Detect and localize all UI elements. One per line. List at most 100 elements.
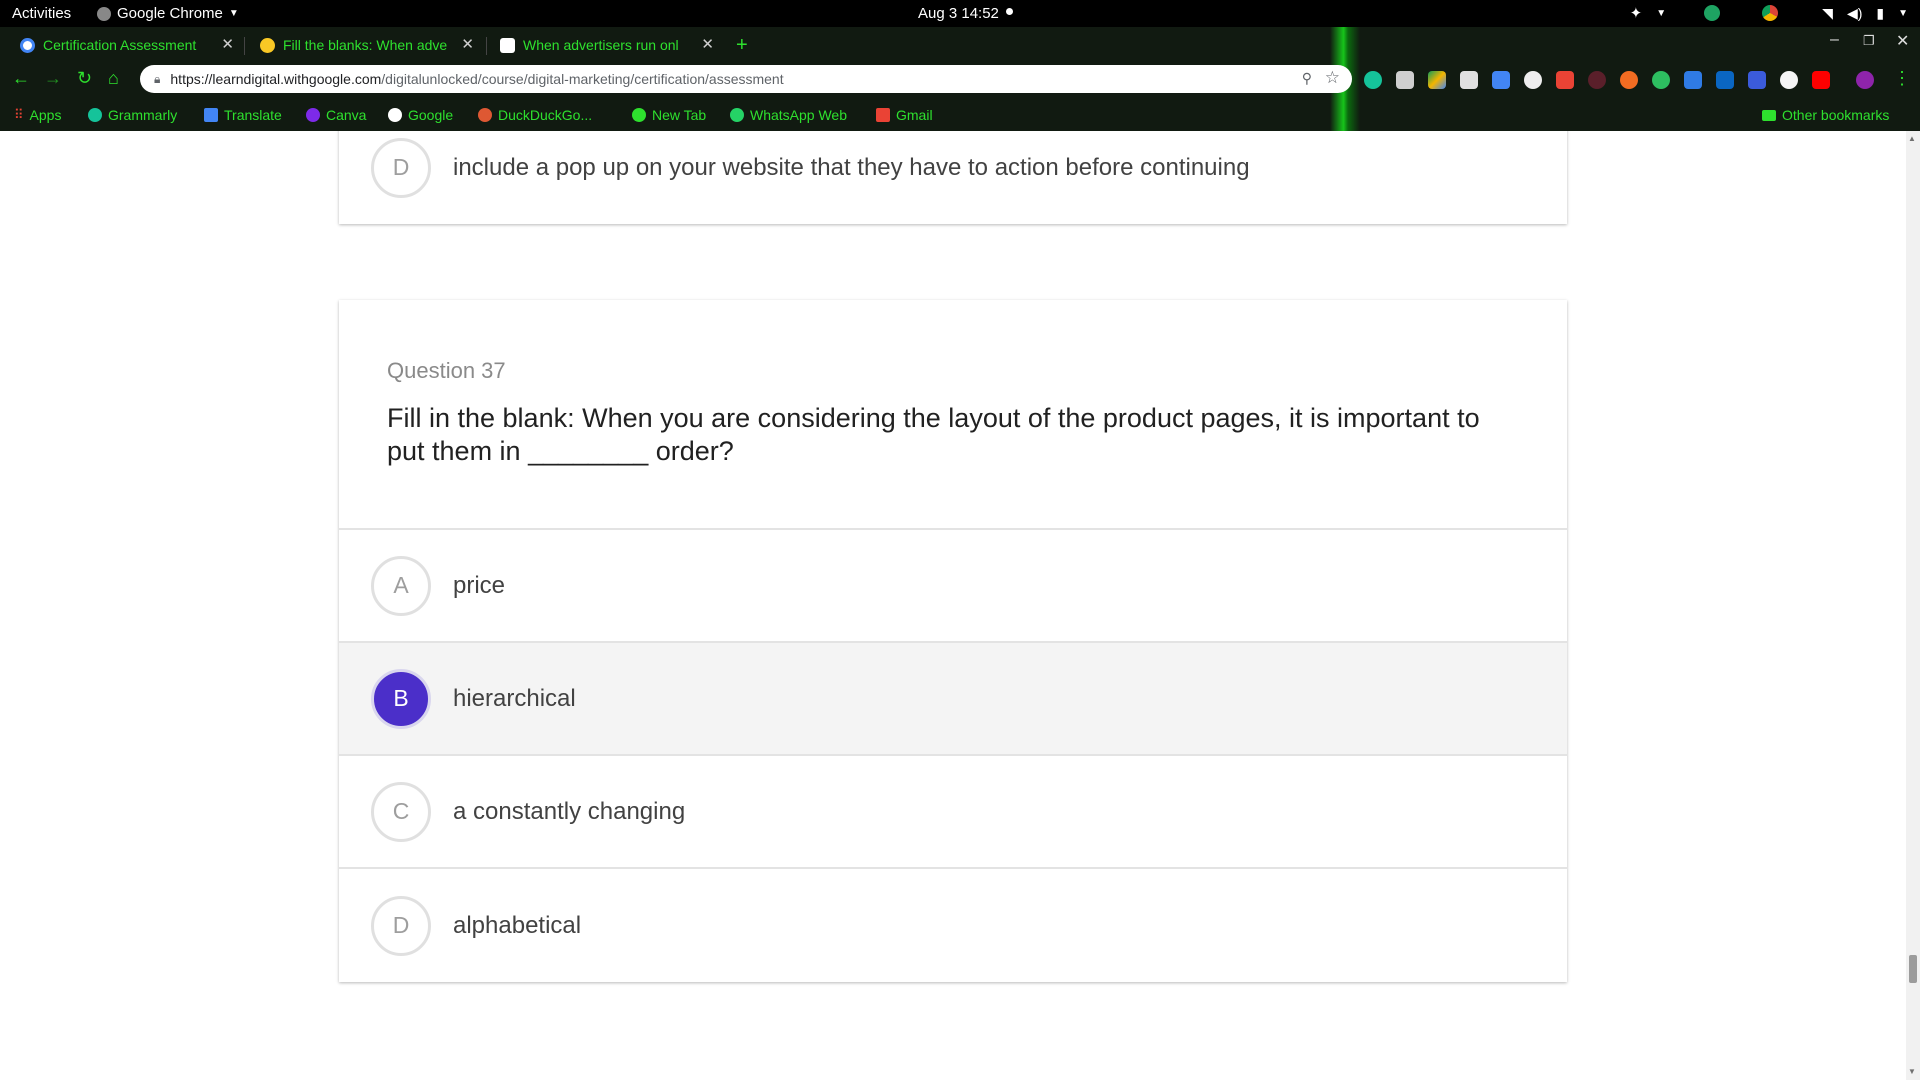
bookmark-label: Grammarly <box>108 107 178 123</box>
chrome-app-icon <box>97 6 111 21</box>
lightbulb-favicon-icon <box>260 37 275 53</box>
chevron-down-icon[interactable]: ▼ <box>1898 8 1908 19</box>
volume-icon[interactable]: ◀) <box>1847 5 1862 22</box>
other-bookmarks[interactable]: Other bookmarks <box>1762 107 1889 123</box>
app-menu[interactable]: Google Chrome ▼ <box>97 5 239 22</box>
activities-button[interactable]: Activities <box>12 5 71 22</box>
system-top-bar: Activities Google Chrome ▼ Aug 3 14:52 ✦… <box>0 0 1920 27</box>
notification-dot-icon <box>1006 8 1013 15</box>
close-icon[interactable]: ✕ <box>221 35 234 53</box>
option-letter: B <box>371 668 431 729</box>
bookmark-label: Gmail <box>896 107 933 123</box>
circle-extension-icon[interactable] <box>1780 71 1798 89</box>
profile-avatar-icon[interactable] <box>1856 71 1874 89</box>
tab-certification-assessment[interactable]: Certification Assessment ✕ <box>2 31 242 59</box>
bookmark-whatsapp[interactable]: WhatsApp Web <box>730 107 847 123</box>
google-drive-icon[interactable] <box>1428 71 1446 89</box>
honey-extension-icon[interactable] <box>1620 71 1638 89</box>
url-host: https://learndigital.withgoogle.com <box>170 71 382 87</box>
close-icon[interactable]: ✕ <box>461 35 474 53</box>
system-tray[interactable]: ✦ ▼ ◥ ◀) ▮ ▼ <box>1630 4 1908 23</box>
minimize-icon[interactable]: – <box>1830 31 1839 49</box>
gmail-icon <box>876 108 890 122</box>
option-letter: D <box>371 895 431 956</box>
youtube-extension-icon[interactable] <box>1812 71 1830 89</box>
tab-title: Certification Assessment <box>43 37 197 53</box>
bookmark-label: WhatsApp Web <box>750 107 848 123</box>
whatsapp-icon <box>730 108 744 122</box>
bookmark-gmail[interactable]: Gmail <box>876 107 933 123</box>
option-text: hierarchical <box>453 684 576 712</box>
close-window-icon[interactable]: ✕ <box>1896 31 1909 51</box>
bookmark-new-tab[interactable]: New Tab <box>632 107 706 123</box>
bookmark-google[interactable]: Google <box>388 107 453 123</box>
wifi-icon[interactable]: ◥ <box>1822 5 1833 22</box>
clock[interactable]: Aug 3 14:52 <box>918 5 999 22</box>
forward-arrow-icon[interactable]: → <box>44 68 62 89</box>
new-tab-plus-icon[interactable]: + <box>736 34 748 57</box>
chevron-down-icon: ▼ <box>228 8 239 19</box>
s-extension-icon[interactable] <box>1684 71 1702 89</box>
option-text: include a pop up on your website that th… <box>453 153 1250 181</box>
bookmarks-bar: ⠿ Apps Grammarly Translate Canva Google … <box>0 100 1920 130</box>
tab-title: Fill the blanks: When adve <box>283 37 448 53</box>
answer-option-b[interactable]: B hierarchical <box>339 643 1567 756</box>
zoom-icon[interactable]: ⚲ <box>1302 70 1312 87</box>
question-number: Question 37 <box>387 358 506 383</box>
apps-grid-icon: ⠿ <box>14 107 24 122</box>
page-content: D include a pop up on your website that … <box>0 131 1906 1080</box>
scroll-down-arrow-icon[interactable]: ▼ <box>1908 1067 1916 1076</box>
bookmark-star-icon[interactable]: ☆ <box>1325 68 1340 88</box>
back-arrow-icon[interactable]: ← <box>12 68 30 89</box>
timer-extension-icon[interactable] <box>1524 71 1542 89</box>
answer-option-d[interactable]: D include a pop up on your website that … <box>339 131 1567 224</box>
option-text: price <box>453 571 506 599</box>
question-text: Fill in the blank: When you are consider… <box>387 403 1480 466</box>
bookmark-translate[interactable]: Translate <box>204 107 282 123</box>
scroll-thumb[interactable] <box>1909 955 1917 983</box>
tab-fill-the-blanks[interactable]: Fill the blanks: When adve ✕ <box>242 31 482 59</box>
k-extension-icon[interactable] <box>1588 71 1606 89</box>
restore-icon[interactable]: ❐ <box>1863 33 1875 49</box>
hangouts-icon[interactable] <box>1704 5 1721 21</box>
triangle-extension-icon[interactable] <box>1748 71 1766 89</box>
translate-icon <box>204 108 218 122</box>
grammarly-extension-icon[interactable] <box>1364 71 1382 89</box>
accessibility-icon[interactable]: ✦ <box>1630 4 1643 22</box>
chrome-tray-icon[interactable] <box>1762 5 1779 21</box>
option-text: alphabetical <box>453 911 582 939</box>
linkedin-extension-icon[interactable] <box>1716 71 1734 89</box>
answer-option-c[interactable]: C a constantly changing <box>339 756 1567 869</box>
bookmark-grammarly[interactable]: Grammarly <box>88 107 177 123</box>
evernote-extension-icon[interactable] <box>1652 71 1670 89</box>
menu-kebab-icon[interactable]: ⋮ <box>1893 68 1911 89</box>
bookmark-duckduckgo[interactable]: DuckDuckGo... <box>478 107 592 123</box>
page-scrollbar[interactable]: ▲ ▼ <box>1906 131 1920 1080</box>
answer-option-a[interactable]: A price <box>339 530 1567 643</box>
scroll-up-arrow-icon[interactable]: ▲ <box>1908 134 1916 143</box>
reload-icon[interactable]: ↻ <box>77 68 92 89</box>
url-path: /digitalunlocked/course/digital-marketin… <box>381 71 784 87</box>
mail-extension-icon[interactable] <box>1460 71 1478 89</box>
gmail-extension-icon[interactable] <box>1556 71 1574 89</box>
address-bar[interactable]: 🔒︎ https://learndigital.withgoogle.com/d… <box>140 65 1352 93</box>
option-text: a constantly changing <box>453 797 686 825</box>
tab-when-advertisers[interactable]: When advertisers run onl ✕ <box>482 31 722 59</box>
battery-icon[interactable]: ▮ <box>1876 5 1884 22</box>
home-icon[interactable]: ⌂ <box>108 68 119 89</box>
grammarly-icon <box>88 108 102 122</box>
option-letter: C <box>371 781 431 842</box>
bookmark-label: Google <box>408 107 454 123</box>
bookmark-apps[interactable]: ⠿ Apps <box>14 107 61 123</box>
calendar-extension-icon[interactable] <box>1492 71 1510 89</box>
bookmark-label: DuckDuckGo... <box>498 107 593 123</box>
answer-option-d[interactable]: D alphabetical <box>339 869 1567 982</box>
browser-chrome: Certification Assessment ✕ Fill the blan… <box>0 27 1920 131</box>
chevron-down-icon[interactable]: ▼ <box>1656 8 1666 19</box>
brainly-favicon-icon <box>500 37 515 53</box>
lock-icon[interactable]: 🔒︎ <box>154 72 160 87</box>
bookmark-canva[interactable]: Canva <box>306 107 366 123</box>
google-icon <box>388 108 402 122</box>
extension-icon[interactable] <box>1396 71 1414 89</box>
close-icon[interactable]: ✕ <box>701 35 714 53</box>
